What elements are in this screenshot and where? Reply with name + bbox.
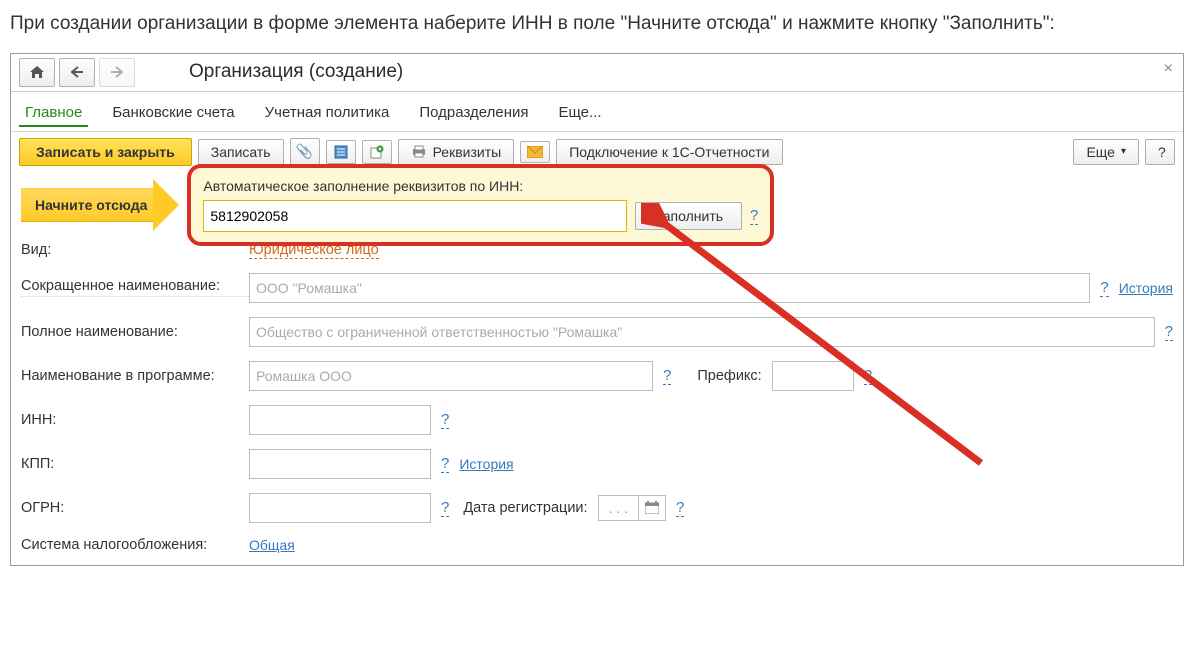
regdate-help[interactable]: ?	[676, 499, 684, 517]
row-kpp: КПП: ? История	[21, 449, 1173, 479]
more-button[interactable]: Еще ▾	[1073, 139, 1139, 165]
window-titlebar: Организация (создание)	[11, 54, 1183, 92]
full-name-label: Полное наименование:	[21, 324, 249, 340]
inn-input[interactable]	[249, 405, 431, 435]
list-icon	[334, 145, 348, 159]
home-icon	[29, 65, 45, 79]
inn-help[interactable]: ?	[441, 411, 449, 429]
save-close-button[interactable]: Записать и закрыть	[19, 138, 192, 166]
short-name-input[interactable]	[249, 273, 1090, 303]
prog-name-help[interactable]: ?	[663, 367, 671, 385]
help-button[interactable]: ?	[1145, 139, 1175, 165]
save-button[interactable]: Записать	[198, 139, 284, 165]
kpp-history-link[interactable]: История	[459, 456, 513, 472]
row-prog-name: Наименование в программе: ? Префикс: ?	[21, 361, 1173, 391]
attach-button[interactable]: 📎	[290, 138, 320, 165]
start-here-row: Начните отсюда Автоматическое заполнение…	[21, 178, 1173, 232]
form-window: × Организация (создание) Главное Банковс…	[10, 53, 1184, 566]
tab-main[interactable]: Главное	[19, 100, 88, 127]
inn-label: ИНН:	[21, 412, 249, 428]
prog-name-input[interactable]	[249, 361, 653, 391]
autofill-panel: Автоматическое заполнение реквизитов по …	[187, 164, 774, 246]
row-inn: ИНН: ?	[21, 405, 1173, 435]
instruction-text: При создании организации в форме элемент…	[10, 10, 1184, 39]
autofill-help[interactable]: ?	[750, 207, 758, 225]
refresh-button[interactable]	[362, 140, 392, 164]
row-ogrn: ОГРН: ? Дата регистрации: . . . ?	[21, 493, 1173, 523]
forward-button[interactable]	[99, 58, 135, 87]
row-full-name: Полное наименование: ?	[21, 317, 1173, 347]
regdate-value: . . .	[599, 500, 638, 516]
arrow-left-icon	[70, 66, 84, 78]
window-title: Организация (создание)	[189, 61, 403, 83]
tax-label: Система налогообложения:	[21, 537, 249, 553]
kpp-label: КПП:	[21, 456, 249, 472]
tab-accounting-policy[interactable]: Учетная политика	[259, 100, 396, 127]
prefix-label: Префикс:	[697, 368, 761, 384]
start-here-badge: Начните отсюда	[21, 183, 179, 227]
ogrn-input[interactable]	[249, 493, 431, 523]
more-label: Еще	[1086, 144, 1115, 160]
mail-icon	[527, 146, 543, 158]
ogrn-label: ОГРН:	[21, 500, 249, 516]
tabs: Главное Банковские счета Учетная политик…	[11, 92, 1183, 132]
full-name-input[interactable]	[249, 317, 1155, 347]
prefix-help[interactable]: ?	[864, 367, 872, 385]
chevron-down-icon: ▾	[1121, 146, 1126, 157]
refresh-icon	[370, 145, 384, 159]
mail-button[interactable]	[520, 141, 550, 163]
calendar-icon[interactable]	[638, 496, 665, 520]
arrow-right-icon	[110, 66, 124, 78]
kpp-input[interactable]	[249, 449, 431, 479]
arrow-right-icon	[153, 179, 179, 231]
prog-name-label: Наименование в программе:	[21, 368, 249, 384]
row-tax-system: Система налогообложения: Общая	[21, 537, 1173, 553]
tab-more[interactable]: Еще...	[552, 100, 607, 127]
ogrn-help[interactable]: ?	[441, 499, 449, 517]
form-fields: Вид: Юридическое лицо Сокращенное наимен…	[21, 242, 1173, 553]
inn-autofill-input[interactable]	[203, 200, 627, 232]
tab-departments[interactable]: Подразделения	[413, 100, 534, 127]
print-icon	[411, 145, 427, 158]
requisites-label: Реквизиты	[433, 144, 502, 160]
close-icon[interactable]: ×	[1164, 60, 1173, 78]
regdate-input[interactable]: . . .	[598, 495, 666, 521]
tax-value-link[interactable]: Общая	[249, 537, 295, 553]
regdate-label: Дата регистрации:	[463, 500, 587, 516]
requisites-button[interactable]: Реквизиты	[398, 139, 515, 165]
row-short-name: Сокращенное наименование: ? История	[21, 273, 1173, 303]
list-button[interactable]	[326, 140, 356, 164]
prefix-input[interactable]	[772, 361, 854, 391]
short-name-help[interactable]: ?	[1100, 279, 1108, 297]
fill-button[interactable]: Заполнить	[635, 202, 742, 230]
form-body: Начните отсюда Автоматическое заполнение…	[11, 172, 1183, 565]
connect-1c-button[interactable]: Подключение к 1С-Отчетности	[556, 139, 782, 165]
kpp-help[interactable]: ?	[441, 455, 449, 473]
full-name-help[interactable]: ?	[1165, 323, 1173, 341]
start-here-label: Начните отсюда	[21, 188, 153, 222]
autofill-label: Автоматическое заполнение реквизитов по …	[203, 178, 758, 194]
back-button[interactable]	[59, 58, 95, 87]
tab-bank-accounts[interactable]: Банковские счета	[106, 100, 240, 127]
home-button[interactable]	[19, 58, 55, 87]
short-name-history-link[interactable]: История	[1119, 280, 1173, 296]
short-name-label: Сокращенное наименование:	[21, 278, 249, 297]
paperclip-icon: 📎	[296, 143, 313, 160]
